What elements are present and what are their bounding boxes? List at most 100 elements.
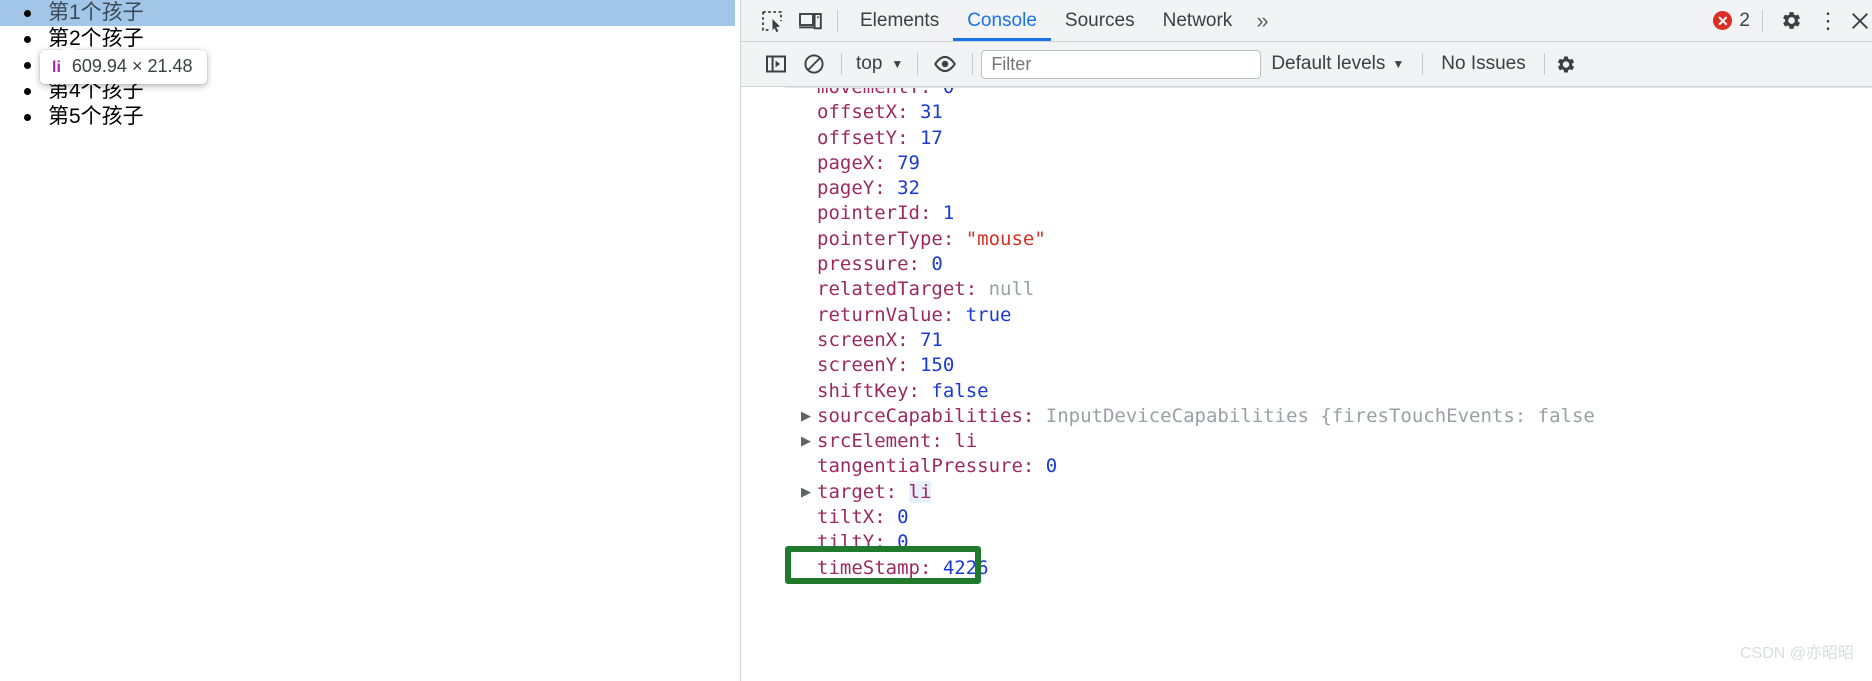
property-key: returnValue (817, 303, 943, 326)
property-key: timeStamp (817, 556, 920, 579)
list-item[interactable]: 第5个孩子 (0, 104, 740, 130)
property-colon: : (1022, 455, 1046, 478)
live-expression-icon[interactable] (926, 48, 964, 80)
console-property-row[interactable]: screenX: 71 (741, 328, 1872, 353)
error-count: 2 (1739, 9, 1750, 31)
console-property-row[interactable]: tiltY: 0 (741, 530, 1872, 555)
tooltip-tag-name: li (52, 59, 61, 76)
console-property-row[interactable]: pageX: 79 (741, 151, 1872, 176)
property-value: 150 (919, 354, 955, 377)
issues-label: No Issues (1441, 53, 1526, 74)
more-tabs-chevron-icon[interactable]: » (1246, 1, 1276, 41)
property-key: target (817, 480, 886, 503)
console-property-row[interactable]: movementY: 0 (741, 87, 1872, 100)
expand-triangle-icon[interactable]: ▶ (801, 480, 811, 505)
tab-network-label: Network (1162, 9, 1233, 31)
property-value: "mouse" (965, 227, 1046, 250)
devtools-main-toolbar: Elements Console Sources Network » ✕ 2 ⋮ (741, 0, 1872, 42)
tab-elements[interactable]: Elements (846, 1, 953, 41)
property-key: screenY (817, 354, 898, 377)
expand-triangle-icon[interactable]: ▶ (801, 404, 811, 429)
gear-icon[interactable] (1771, 5, 1809, 37)
filter-input[interactable] (981, 49, 1262, 79)
property-value: 79 (897, 151, 920, 174)
console-group-separator (785, 87, 1872, 88)
console-toolbar-divider-4 (1422, 53, 1424, 75)
console-toolbar-divider-1 (841, 53, 842, 75)
property-colon: : (1022, 404, 1046, 427)
console-toolbar-divider-3 (972, 53, 974, 75)
console-property-row[interactable]: ▶ target: li (741, 480, 1872, 505)
execution-context-label: top (856, 53, 883, 74)
property-value: 0 (942, 87, 955, 98)
property-colon: : (874, 506, 898, 529)
list-bullet-icon (24, 62, 31, 69)
console-sidebar-icon[interactable] (757, 48, 795, 80)
console-property-row[interactable]: shiftKey: false (741, 379, 1872, 404)
console-property-row[interactable]: pageY: 32 (741, 176, 1872, 201)
console-property-row[interactable]: ▶ srcElement: li (741, 429, 1872, 454)
console-property-row[interactable]: timeStamp: 4226 (741, 556, 1872, 581)
console-property-row[interactable]: pressure: 0 (741, 252, 1872, 277)
console-output[interactable]: movementY: 0 offsetX: 31 offsetY: 17 pageX:… (741, 87, 1872, 681)
property-key: pageY (817, 177, 875, 200)
property-colon: : (919, 202, 943, 225)
issues-status[interactable]: No Issues (1431, 53, 1535, 75)
list-bullet-icon (24, 10, 31, 17)
list-item[interactable]: 第1个孩子 (0, 0, 735, 26)
console-property-row[interactable]: returnValue: true (741, 303, 1872, 328)
console-property-row[interactable]: screenY: 150 (741, 353, 1872, 378)
log-levels-selector[interactable]: Default levels ▼ (1261, 53, 1414, 75)
property-key: movementY (817, 87, 920, 98)
property-colon: : (897, 354, 920, 377)
console-toolbar-divider-5 (1543, 53, 1545, 75)
property-colon: : (942, 303, 966, 326)
property-value: 0 (1045, 455, 1058, 478)
error-indicator[interactable]: ✕ 2 (1713, 10, 1754, 32)
expand-triangle-icon[interactable]: ▶ (801, 429, 811, 454)
device-toolbar-icon[interactable] (791, 5, 829, 37)
console-property-row[interactable]: pointerId: 1 (741, 201, 1872, 226)
property-key: pointerId (817, 202, 920, 225)
tab-sources[interactable]: Sources (1051, 1, 1149, 41)
property-value: 71 (919, 328, 943, 351)
property-value: 1 (942, 202, 955, 225)
console-property-row[interactable]: relatedTarget: null (741, 277, 1872, 302)
property-value: 17 (919, 126, 943, 149)
property-key: srcElement (817, 430, 932, 453)
toolbar-divider-2 (1762, 9, 1763, 32)
tab-console[interactable]: Console (953, 1, 1051, 41)
execution-context-selector[interactable]: top ▼ (850, 53, 909, 75)
tooltip-dimensions: 609.94 × 21.48 (71, 56, 193, 76)
close-icon[interactable] (1847, 5, 1872, 37)
list-bullet-icon (24, 114, 31, 121)
property-key: relatedTarget (817, 278, 966, 301)
list-bullet-icon (24, 88, 31, 95)
inspector-size-tooltip: li 609.94 × 21.48 (40, 43, 207, 84)
console-property-row[interactable]: offsetY: 17 (741, 126, 1872, 151)
list-item[interactable]: 第2个孩子 (0, 26, 740, 52)
console-settings-gear-icon[interactable] (1553, 48, 1577, 80)
kebab-menu-icon[interactable]: ⋮ (1809, 5, 1847, 37)
console-toolbar-divider-2 (917, 53, 919, 75)
property-value: true (965, 303, 1012, 326)
inspect-element-icon[interactable] (753, 5, 791, 37)
property-key: sourceCapabilities (817, 404, 1023, 427)
console-property-row[interactable]: pointerType: "mouse" (741, 227, 1872, 252)
clear-console-icon[interactable] (795, 48, 833, 80)
property-colon: : (908, 379, 932, 402)
property-colon: : (919, 556, 943, 579)
property-colon: : (885, 480, 909, 503)
property-value: null (988, 278, 1035, 301)
console-property-row[interactable]: tangentialPressure: 0 (741, 454, 1872, 479)
property-value: 0 (897, 506, 909, 529)
list-item-label: 第5个孩子 (48, 105, 144, 128)
tab-network[interactable]: Network (1149, 1, 1247, 41)
chevron-down-icon: ▼ (891, 57, 904, 71)
console-property-row[interactable]: tiltX: 0 (741, 505, 1872, 530)
property-colon: : (919, 87, 943, 98)
console-property-row[interactable]: ▶ sourceCapabilities: InputDeviceCapabili… (741, 404, 1872, 429)
watermark: CSDN @亦昭昭 (1739, 645, 1854, 662)
console-property-row[interactable]: offsetX: 31 (741, 100, 1872, 125)
property-colon: : (897, 328, 920, 351)
